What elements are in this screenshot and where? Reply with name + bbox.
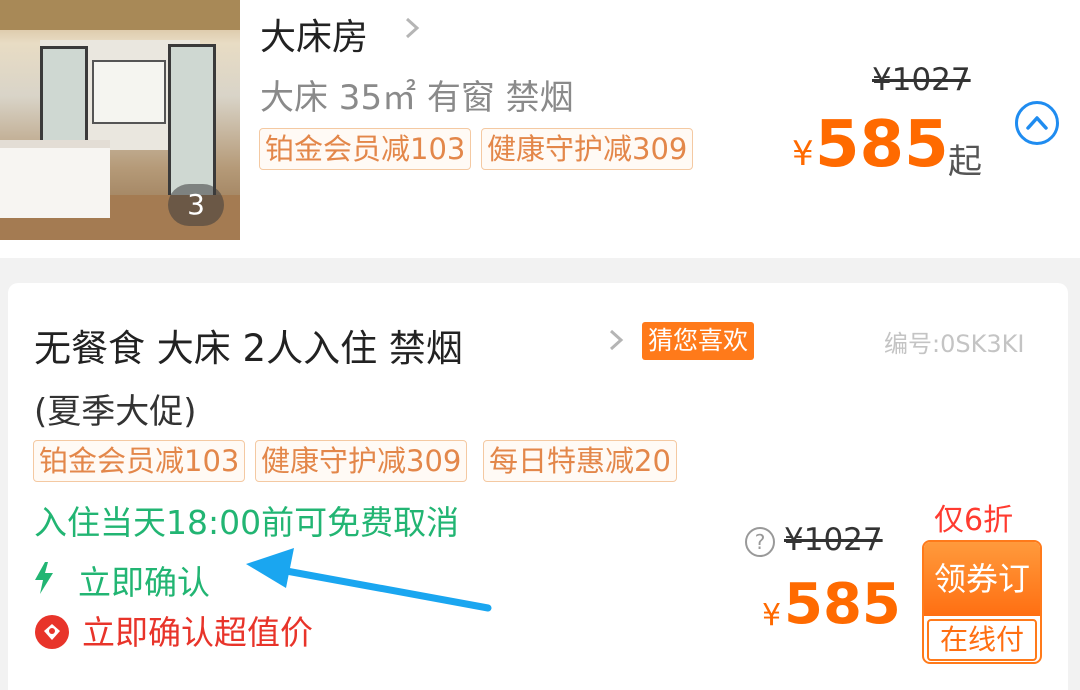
pay-online-label: 在线付 [927, 619, 1037, 661]
room-title[interactable]: 大床房 [260, 8, 368, 60]
room-photo[interactable]: 3 [0, 0, 240, 240]
room-tag-health: 健康守护减309 [481, 128, 694, 170]
rate-price: 585 [784, 572, 901, 637]
rate-title[interactable]: 无餐食 大床 2人入住 禁烟 [34, 318, 463, 372]
rate-tag-daily: 每日特惠减20 [483, 440, 677, 482]
cancel-policy: 入住当天18:00前可免费取消 [34, 503, 460, 542]
chevron-right-icon[interactable] [402, 10, 424, 55]
rate-subtitle: (夏季大促) [34, 392, 197, 432]
photo-bed [0, 140, 110, 218]
bolt-icon [34, 562, 54, 598]
rate-tag-platinum: 铂金会员减103 [33, 440, 246, 482]
photo-bathroom [92, 60, 166, 124]
room-currency: ¥ [792, 134, 814, 174]
room-specs: 大床 35㎡ 有窗 禁烟 [260, 78, 574, 118]
room-tag-platinum: 铂金会员减103 [259, 128, 472, 170]
collapse-up-icon[interactable] [1015, 101, 1059, 145]
rate-code: 编号:0SK3KI [884, 330, 1025, 358]
rate-tag-health: 健康守护减309 [255, 440, 468, 482]
book-button-label: 领券订 [924, 542, 1040, 616]
instant-confirm-label: 立即确认 [78, 563, 210, 602]
help-icon[interactable]: ? [745, 527, 775, 557]
book-button[interactable]: 领券订 在线付 [922, 540, 1042, 664]
photo-glass-right [168, 44, 216, 200]
annotation-arrow [230, 546, 500, 630]
rate-currency: ¥ [762, 598, 782, 633]
recommend-badge: 猜您喜欢 [642, 322, 755, 360]
value-badge-icon [34, 614, 70, 654]
room-price-suffix: 起 [948, 142, 982, 182]
room-price: 585 [815, 108, 949, 182]
discount-label: 仅6折 [934, 503, 1014, 538]
photo-count-badge: 3 [168, 184, 224, 226]
chevron-right-icon[interactable] [606, 322, 628, 367]
room-original-price: ¥1027 [872, 62, 971, 98]
photo-ceiling [0, 0, 240, 30]
rate-original-price: ¥1027 [784, 522, 883, 558]
